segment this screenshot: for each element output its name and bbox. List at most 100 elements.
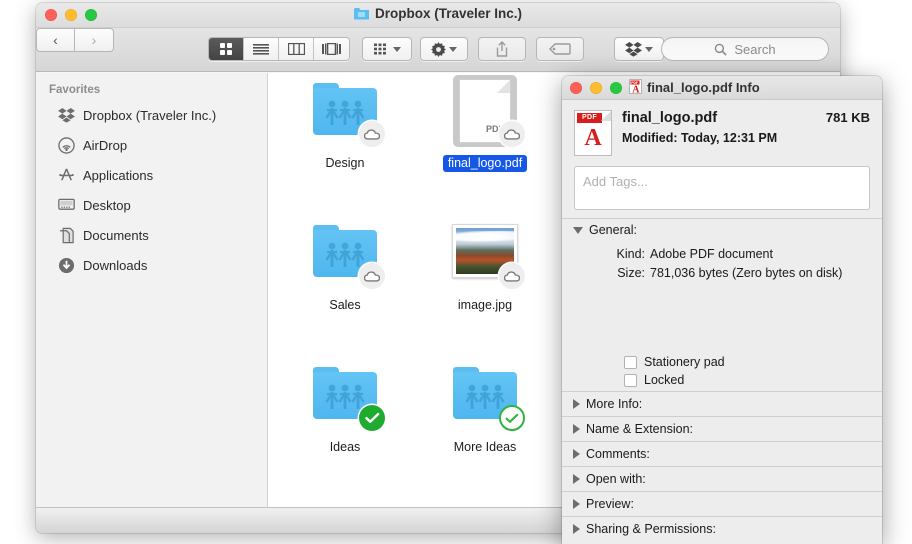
locked-row[interactable]: Locked [562, 373, 882, 387]
sidebar-item-documents[interactable]: Documents [36, 220, 267, 250]
forward-button[interactable]: › [75, 28, 114, 52]
info-window-title: PDF A final_logo.pdf Info [629, 78, 760, 97]
back-button[interactable]: ‹ [36, 28, 75, 52]
tag-button[interactable] [536, 37, 584, 61]
section-more-info-header[interactable]: More Info: [562, 391, 882, 416]
sidebar-item-airdrop[interactable]: AirDrop [36, 130, 267, 160]
file-icon: PDF [447, 75, 525, 149]
info-file-size: 781 KB [825, 110, 870, 125]
section-preview-label: Preview: [586, 497, 634, 511]
desktop-icon [58, 197, 75, 214]
file-item-ideas[interactable]: Ideas [275, 361, 415, 456]
acrobat-a-glyph: A [584, 125, 602, 151]
sidebar-item-dropbox[interactable]: Dropbox (Traveler Inc.) [36, 100, 267, 130]
section-name-extension-header[interactable]: Name & Extension: [562, 416, 882, 441]
sidebar-item-label: Applications [83, 167, 154, 183]
search-field[interactable]: Search [661, 37, 829, 61]
sidebar-item-label: Downloads [83, 257, 148, 273]
triangle-right-icon [573, 524, 580, 534]
sidebar-item-downloads[interactable]: Downloads [36, 250, 267, 280]
section-sharing-permissions-header[interactable]: Sharing & Permissions: [562, 516, 882, 541]
finder-titlebar: Dropbox (Traveler Inc.) [36, 3, 840, 28]
sidebar-item-label: Documents [83, 227, 149, 243]
section-sharing-permissions-label: Sharing & Permissions: [586, 522, 716, 536]
info-window-title-text: final_logo.pdf Info [647, 80, 760, 95]
file-icon [307, 361, 385, 433]
cloud-sync-badge-icon [359, 263, 385, 289]
shared-check-badge-icon [499, 405, 525, 431]
locked-label: Locked [644, 373, 685, 387]
sidebar-item-desktop[interactable]: Desktop [36, 190, 267, 220]
gear-icon [431, 41, 446, 57]
search-placeholder: Search [734, 41, 776, 57]
list-icon [253, 44, 269, 55]
stationery-pad-label: Stationery pad [644, 355, 725, 369]
folder-icon [353, 7, 369, 20]
column-view-button[interactable] [279, 38, 314, 60]
file-item-sales[interactable]: Sales [275, 219, 415, 314]
arrange-button[interactable] [362, 37, 412, 61]
section-preview-header[interactable]: Preview: [562, 491, 882, 516]
chevron-down-icon [392, 46, 401, 52]
file-icon [307, 219, 385, 291]
back-chevron-icon: ‹ [53, 32, 58, 48]
triangle-right-icon [573, 399, 580, 409]
locked-checkbox[interactable] [624, 373, 637, 387]
add-tags-field[interactable]: Add Tags... [574, 166, 870, 210]
chevron-down-icon [449, 46, 457, 52]
info-zoom-button[interactable] [610, 81, 622, 94]
file-item-image-jpg[interactable]: image.jpg [415, 219, 555, 314]
applications-icon [58, 167, 75, 184]
info-minimize-button[interactable] [590, 81, 602, 94]
section-name-extension-label: Name & Extension: [586, 422, 693, 436]
file-item-more-ideas[interactable]: More Ideas [415, 361, 555, 456]
section-general-label: General: [589, 223, 637, 237]
file-item-final-logo-pdf[interactable]: PDF final_logo.pdf [415, 75, 555, 172]
section-general-body: Kind: Adobe PDF document Size: 781,036 b… [562, 241, 882, 391]
triangle-right-icon [573, 474, 580, 484]
info-modified-row: Modified: Today, 12:31 PM [622, 131, 870, 145]
info-size-value: 781,036 bytes (Zero bytes on disk) [650, 266, 843, 280]
triangle-right-icon [573, 424, 580, 434]
section-open-with-header[interactable]: Open with: [562, 466, 882, 491]
sidebar-item-applications[interactable]: Applications [36, 160, 267, 190]
info-traffic-lights [570, 81, 622, 94]
file-item-design[interactable]: Design [275, 77, 415, 172]
stationery-pad-row[interactable]: Stationery pad [562, 355, 882, 369]
triangle-right-icon [573, 499, 580, 509]
sidebar-item-label: AirDrop [83, 137, 128, 153]
section-general-header[interactable]: General: [562, 218, 882, 241]
icon-view-button[interactable] [209, 38, 244, 60]
pdf-file-icon: PDF A [574, 110, 612, 156]
window-title-text: Dropbox (Traveler Inc.) [374, 6, 523, 21]
triangle-right-icon [573, 449, 580, 459]
file-name-label: Sales [329, 298, 361, 312]
coverflow-view-button[interactable] [314, 38, 349, 60]
action-menu-button[interactable] [420, 37, 468, 61]
info-kind-value: Adobe PDF document [650, 247, 773, 261]
section-open-with-label: Open with: [586, 472, 646, 486]
list-view-button[interactable] [244, 38, 279, 60]
arrange-icon [373, 43, 386, 55]
add-tags-placeholder: Add Tags... [583, 174, 648, 189]
section-more-info-label: More Info: [586, 397, 643, 411]
sidebar: Favorites Dropbox (Traveler Inc.) AirDro… [36, 73, 268, 507]
tag-icon [549, 43, 571, 55]
info-close-button[interactable] [570, 81, 582, 94]
airdrop-icon [58, 136, 75, 154]
window-title: Dropbox (Traveler Inc.) [36, 6, 840, 21]
info-modified-value: Today, 12:31 PM [681, 131, 778, 145]
dropbox-menu-button[interactable] [614, 37, 664, 61]
cloud-sync-badge-icon [499, 121, 525, 147]
cloud-sync-badge-icon [359, 121, 385, 147]
file-name-label: Ideas [329, 440, 361, 454]
info-kind-label: Kind: [616, 247, 646, 261]
collapsed-sections: More Info: Name & Extension: Comments: O… [562, 391, 882, 541]
share-button[interactable] [478, 37, 526, 61]
stationery-pad-checkbox[interactable] [624, 355, 637, 369]
section-comments-header[interactable]: Comments: [562, 441, 882, 466]
cloud-sync-badge-icon [499, 263, 525, 289]
coverflow-icon [322, 43, 341, 55]
pdf-badge-label: PDF [577, 113, 602, 123]
section-comments-label: Comments: [586, 447, 650, 461]
